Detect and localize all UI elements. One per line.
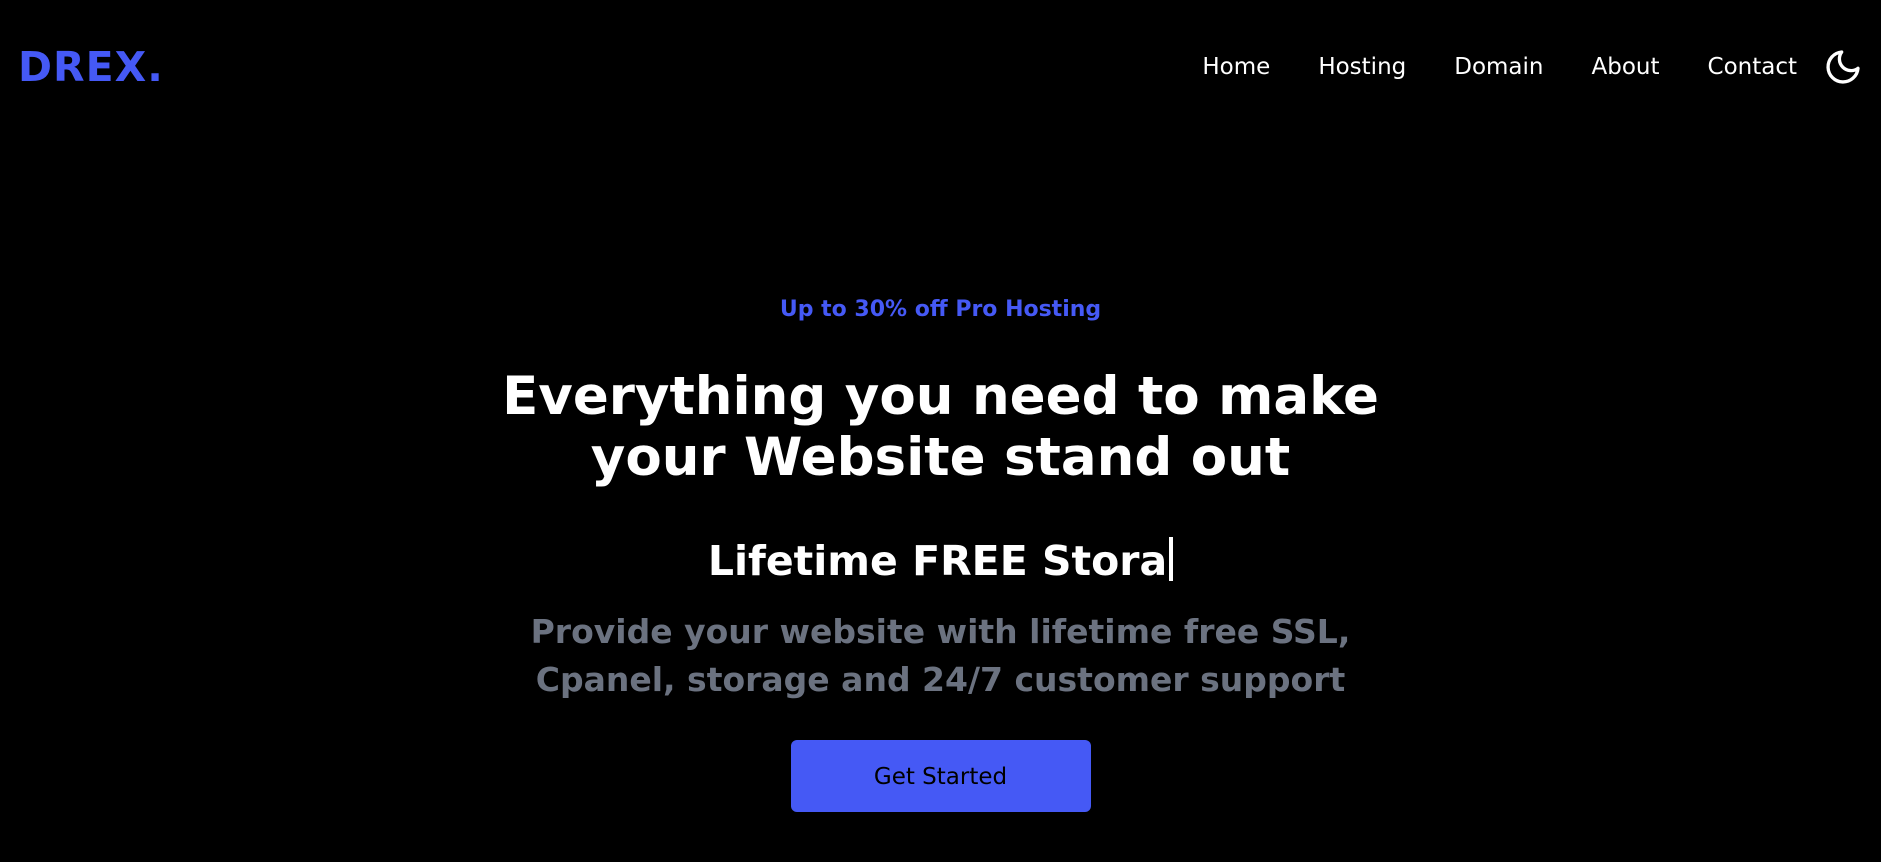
landing-page: DREX. Home Hosting Domain About Contact …: [0, 0, 1881, 862]
theme-toggle-button[interactable]: [1823, 47, 1863, 87]
nav-link-home[interactable]: Home: [1202, 54, 1270, 80]
typing-cursor: [1169, 537, 1174, 581]
nav-link-about[interactable]: About: [1592, 54, 1660, 80]
typed-text-line: Lifetime FREE Stora: [0, 536, 1881, 586]
typed-text: Lifetime FREE Stora: [707, 537, 1168, 585]
nav-item-home: Home: [1202, 54, 1270, 80]
brand-logo[interactable]: DREX.: [18, 43, 164, 91]
nav-link-domain[interactable]: Domain: [1454, 54, 1543, 80]
get-started-button[interactable]: Get Started: [790, 740, 1091, 812]
nav-link-hosting[interactable]: Hosting: [1318, 54, 1406, 80]
nav-item-contact: Contact: [1708, 54, 1797, 80]
nav-item-about: About: [1592, 54, 1660, 80]
hero-section: Up to 30% off Pro Hosting Everything you…: [0, 280, 1881, 812]
hero-subtext: Provide your website with lifetime free …: [530, 612, 1351, 699]
nav-item-domain: Domain: [1454, 54, 1543, 80]
nav-link-contact[interactable]: Contact: [1708, 54, 1797, 80]
nav-right: Home Hosting Domain About Contact: [1154, 47, 1863, 87]
navbar: DREX. Home Hosting Domain About Contact: [0, 0, 1881, 134]
promo-text: Up to 30% off Pro Hosting: [779, 297, 1102, 322]
nav-item-hosting: Hosting: [1318, 54, 1406, 80]
nav-links: Home Hosting Domain About Contact: [1154, 54, 1797, 80]
moon-icon: [1826, 50, 1860, 84]
hero-headline: Everything you need to make your Website…: [502, 366, 1379, 488]
